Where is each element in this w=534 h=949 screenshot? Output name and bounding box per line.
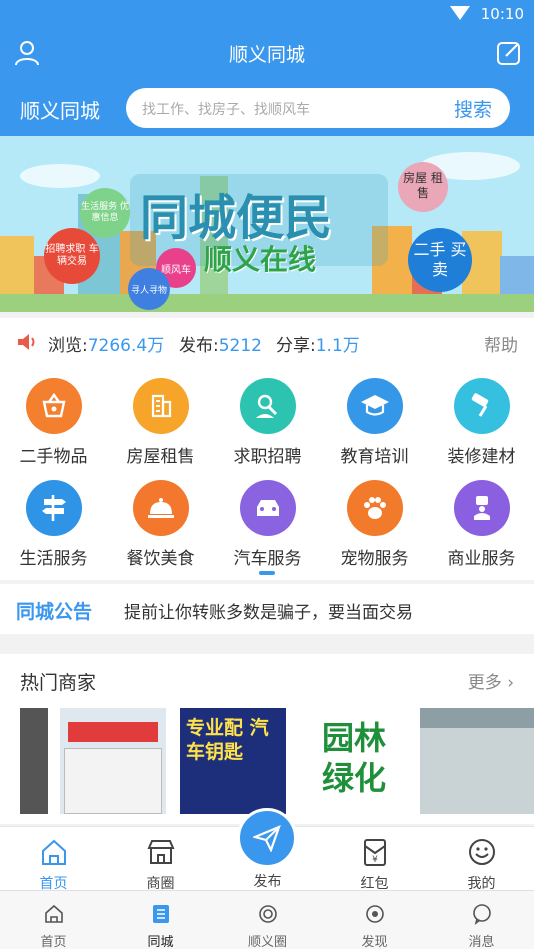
banner-tag: 招聘求职 车辆交易 — [44, 228, 100, 284]
merchant-card[interactable] — [420, 708, 534, 814]
search-bar: 顺义同城 找工作、找房子、找顺风车 搜索 — [0, 80, 534, 136]
message-icon — [472, 904, 491, 925]
banner-subline: 顺义在线 — [204, 243, 317, 276]
promo-banner[interactable]: 同城便民 顺义在线 生活服务 优惠信息 招聘求职 车辆交易 顺风车 寻人寻物 房… — [0, 136, 534, 312]
tab2-discover[interactable]: 发现 — [321, 891, 428, 949]
tab-mine[interactable]: 我的 — [428, 827, 534, 892]
category-secondhand[interactable]: 二手物品 — [0, 366, 107, 467]
job-search-icon — [239, 378, 296, 434]
category-label: 宠物服务 — [340, 549, 409, 569]
category-housing[interactable]: 房屋租售 — [107, 366, 214, 467]
paw-icon — [346, 480, 403, 536]
banner-tag: 房屋 租售 — [398, 162, 448, 212]
paper-plane-icon — [253, 825, 281, 852]
category-label: 装修建材 — [447, 447, 516, 467]
tab-home[interactable]: 首页 — [0, 827, 107, 892]
page-indicator — [259, 571, 275, 575]
tab-red-envelope[interactable]: ¥ 红包 — [321, 827, 428, 892]
merchant-card[interactable]: 园林 绿化 — [300, 708, 406, 814]
category-label: 房屋租售 — [126, 447, 195, 467]
notice-text: 提前让你转账多数是骗子，要当面交易 — [124, 603, 413, 623]
merchant-card[interactable] — [60, 708, 166, 814]
stats-bar: 浏览:7266.4万 发布:5212 分享:1.1万 帮助 — [0, 318, 534, 366]
category-label: 求职招聘 — [233, 447, 302, 467]
smile-icon — [468, 839, 495, 865]
wifi-icon — [450, 6, 470, 20]
chevron-right-icon: › — [507, 673, 514, 693]
car-icon — [239, 480, 296, 536]
notice-bar[interactable]: 同城公告 提前让你转账多数是骗子，要当面交易 — [0, 584, 534, 634]
category-grid: 二手物品 房屋租售 求职招聘 教育培训 装修建材 生活服务 餐饮美食 汽车服务 … — [0, 366, 534, 580]
circle-icon — [258, 905, 277, 923]
publish-button[interactable] — [237, 808, 297, 868]
tab-business-circle[interactable]: 商圈 — [107, 827, 214, 892]
section-title: 热门商家 — [20, 672, 97, 694]
category-decoration[interactable]: 装修建材 — [428, 366, 534, 467]
search-placeholder: 找工作、找房子、找顺风车 — [142, 102, 310, 118]
category-food[interactable]: 餐饮美食 — [107, 468, 214, 569]
more-link[interactable]: 更多 › — [468, 668, 514, 693]
category-label: 汽车服务 — [233, 549, 302, 569]
banner-tag: 生活服务 优惠信息 — [80, 188, 130, 238]
category-label: 二手物品 — [19, 447, 88, 467]
tab2-shunyi-circle[interactable]: 顺义圈 — [214, 891, 321, 949]
category-label: 生活服务 — [19, 549, 88, 569]
merchant-text: 园林 绿化 — [321, 719, 386, 797]
store-icon — [146, 840, 175, 864]
posts-stat: 发布:5212 — [179, 336, 262, 356]
city-brand[interactable]: 顺义同城 — [20, 95, 100, 124]
merchant-text: 专业配 汽车钥匙 — [186, 717, 269, 763]
status-time: 10:10 — [480, 5, 524, 23]
notice-tag: 同城公告 — [16, 601, 93, 623]
category-life-service[interactable]: 生活服务 — [0, 468, 107, 569]
list-icon — [152, 905, 169, 923]
help-link[interactable]: 帮助 — [484, 331, 518, 356]
merchant-card[interactable]: 专业配 汽车钥匙 — [180, 708, 286, 814]
tab2-city[interactable]: 同城 — [107, 891, 214, 949]
paint-roller-icon — [453, 378, 510, 434]
tab2-home[interactable]: 首页 — [0, 891, 107, 949]
hot-merchants: 热门商家 更多 › 专业配 汽车钥匙 园林 绿化 — [0, 654, 534, 824]
category-label: 商业服务 — [447, 549, 516, 569]
compass-icon — [365, 905, 384, 923]
shares-stat: 分享:1.1万 — [276, 336, 360, 356]
app-bar: 顺义同城 — [0, 28, 534, 80]
search-button[interactable]: 搜索 — [454, 95, 492, 122]
home-icon — [44, 904, 63, 923]
banner-tag: 二手 买卖 — [408, 228, 472, 292]
category-label: 教育培训 — [340, 447, 409, 467]
basket-icon — [25, 378, 82, 434]
category-business[interactable]: 商业服务 — [428, 468, 534, 569]
category-jobs[interactable]: 求职招聘 — [214, 366, 321, 467]
search-input[interactable]: 找工作、找房子、找顺风车 搜索 — [126, 88, 510, 128]
home-icon — [41, 839, 66, 865]
tab2-messages[interactable]: 消息 — [428, 891, 534, 949]
edit-icon[interactable] — [496, 40, 522, 66]
signpost-icon — [25, 480, 82, 536]
publish-label: 发布 — [253, 874, 282, 890]
speaker-icon — [18, 334, 35, 350]
food-cloche-icon — [132, 480, 189, 536]
category-pet[interactable]: 宠物服务 — [321, 468, 428, 569]
graduation-cap-icon — [346, 378, 403, 434]
views-stat: 浏览:7266.4万 — [48, 336, 165, 356]
red-envelope-icon: ¥ — [363, 839, 386, 866]
category-label: 餐饮美食 — [126, 549, 195, 569]
merchant-card[interactable] — [20, 708, 48, 814]
banner-tag: 寻人寻物 — [128, 268, 170, 310]
secondary-tab-bar: 首页 同城 顺义圈 发现 消息 — [0, 890, 534, 949]
building-icon — [132, 378, 189, 434]
meeting-icon — [453, 480, 510, 536]
page-title: 顺义同城 — [228, 44, 305, 66]
category-car[interactable]: 汽车服务 — [214, 468, 321, 569]
status-bar: 10:10 — [0, 0, 534, 28]
category-education[interactable]: 教育培训 — [321, 366, 428, 467]
svg-text:¥: ¥ — [372, 855, 378, 865]
